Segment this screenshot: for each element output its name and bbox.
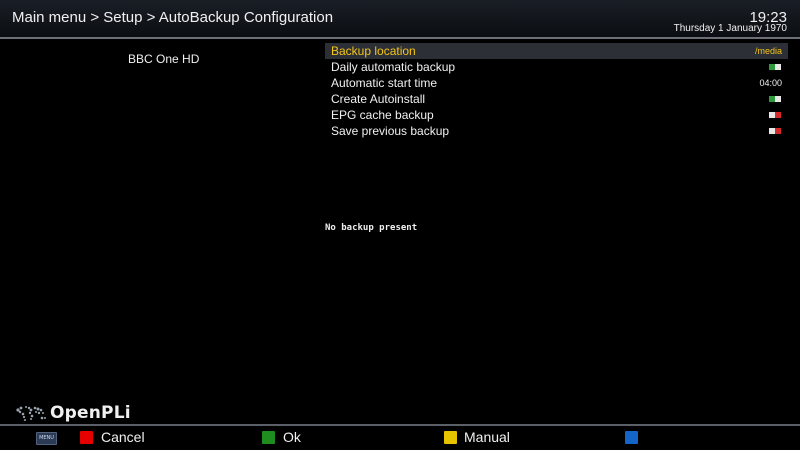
config-item-create-autoinstall[interactable]: Create Autoinstall [325,91,788,107]
red-key-icon[interactable] [80,431,93,444]
header-bar: Main menu > Setup > AutoBackup Configura… [0,0,800,37]
config-item-label: Save previous backup [331,124,450,138]
ok-button[interactable]: Ok [283,429,301,445]
config-item-label: EPG cache backup [331,108,434,122]
config-item-label: Automatic start time [331,76,438,90]
toggle-on-icon[interactable] [769,64,781,70]
header-divider [0,37,800,39]
toggle-off-icon[interactable] [769,112,781,118]
backup-status-text: No backup present [325,223,418,233]
service-name: BBC One HD [128,52,200,66]
clock-date: Thursday 1 January 1970 [673,23,787,34]
green-key-icon[interactable] [262,431,275,444]
config-item-label: Daily automatic backup [331,60,456,74]
config-item-automatic-start-time[interactable]: Automatic start time 04:00 [325,75,788,91]
menu-key-icon[interactable]: MENU [36,432,57,445]
breadcrumb: Main menu > Setup > AutoBackup Configura… [12,9,334,26]
config-item-value: 04:00 [759,78,782,88]
screen: Main menu > Setup > AutoBackup Configura… [0,0,800,450]
config-list: Backup location /media Daily automatic b… [325,43,788,139]
config-item-label: Backup location [331,44,416,58]
config-item-epg-cache-backup[interactable]: EPG cache backup [325,107,788,123]
yellow-key-icon[interactable] [444,431,457,444]
config-item-backup-location[interactable]: Backup location /media [325,43,788,59]
toggle-on-icon[interactable] [769,96,781,102]
manual-button[interactable]: Manual [464,429,510,445]
footer-bar: MENU Cancel Ok Manual [0,426,800,450]
blue-key-icon[interactable] [625,431,638,444]
config-item-value: /media [754,46,782,56]
toggle-off-icon[interactable] [769,128,781,134]
openpli-logo: OpenPLi [14,402,131,424]
config-item-save-previous-backup[interactable]: Save previous backup [325,123,788,139]
config-item-daily-automatic-backup[interactable]: Daily automatic backup [325,59,788,75]
config-item-label: Create Autoinstall [331,92,426,106]
cancel-button[interactable]: Cancel [101,429,145,445]
logo-text: OpenPLi [50,403,131,423]
world-map-icon [16,406,46,421]
